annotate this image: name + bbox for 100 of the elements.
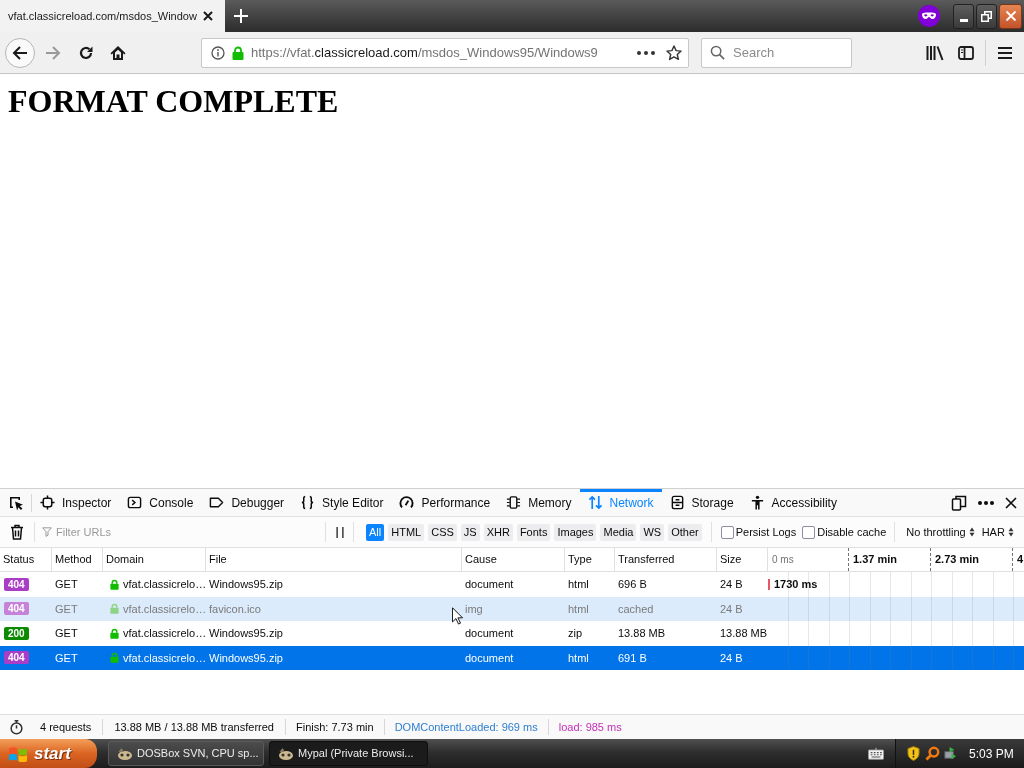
column-header[interactable]: Method [52, 548, 103, 571]
gauge-icon [399, 495, 415, 510]
more-icon[interactable] [637, 50, 655, 55]
chip-icon [506, 495, 522, 510]
flag-icon [8, 744, 28, 763]
browser-tab[interactable]: vfat.classicreload.com/msdos_Window [0, 0, 225, 32]
type-filter-button[interactable]: Fonts [516, 523, 551, 541]
reload-icon[interactable] [78, 44, 94, 61]
table-cell-text: 24 B [720, 601, 743, 617]
taskbar-button[interactable]: DOSBox SVN, CPU sp... [108, 741, 264, 766]
taskbar-button[interactable]: Mypal (Private Browsi... [269, 741, 428, 766]
up-down-caret-icon [968, 527, 975, 537]
type-filter-button[interactable]: WS [640, 523, 665, 541]
type-filter-button[interactable]: Media [600, 523, 637, 541]
table-row[interactable]: 404 GET vfat.classicrelo… Windows95.zip document html 691 B 24 B [0, 645, 1024, 670]
devtools-tab[interactable]: Memory [498, 489, 580, 516]
lock-icon[interactable] [232, 45, 244, 60]
close-icon[interactable] [202, 10, 214, 22]
restore-button[interactable] [976, 3, 997, 29]
inspector-icon [40, 495, 55, 510]
type-filter-button[interactable]: All [366, 523, 385, 541]
close-icon [1004, 10, 1017, 22]
column-header[interactable]: Type [565, 548, 615, 571]
more-icon[interactable] [978, 500, 994, 505]
column-header[interactable]: Cause [462, 548, 565, 571]
console-icon [127, 495, 143, 510]
shield-icon[interactable] [907, 746, 920, 761]
devtools-tab[interactable]: Storage [661, 489, 742, 516]
address-bar[interactable]: https://vfat.classicreload.com/msdos_Windows95/Windows9 [201, 37, 689, 68]
type-filter-button[interactable]: Other [668, 523, 702, 541]
sidebar-icon[interactable] [958, 44, 974, 61]
stopwatch-icon[interactable] [9, 719, 24, 735]
dropdown-button[interactable]: HAR [981, 523, 1014, 541]
status-badge: 404 [4, 577, 29, 591]
timeline-tick: 4 [1017, 552, 1024, 568]
magnifier-icon[interactable] [925, 746, 940, 761]
devtools-tab[interactable]: Console [119, 489, 202, 516]
person-icon [749, 495, 765, 510]
keyboard-icon[interactable] [868, 747, 884, 760]
checkbox[interactable] [802, 525, 816, 539]
table-cell-text: img [465, 601, 483, 617]
devtools-tab[interactable]: Accessibility [741, 489, 845, 516]
menu-icon[interactable] [998, 46, 1012, 59]
back-button[interactable] [5, 37, 35, 68]
search-icon [710, 45, 725, 60]
trash-icon[interactable] [10, 524, 24, 540]
braces-icon [300, 495, 316, 510]
devtools-tab[interactable]: Debugger [201, 489, 293, 516]
home-icon[interactable] [110, 44, 126, 61]
network-icon[interactable] [943, 746, 958, 761]
status-badge: 200 [4, 626, 29, 640]
dom-content-loaded-time: DOMContentLoaded: 969 ms [384, 718, 549, 736]
column-header[interactable]: Status [0, 548, 52, 571]
status-badge: 404 [4, 602, 29, 616]
element-picker-icon[interactable] [8, 494, 24, 511]
devtools-tab[interactable]: Performance [391, 489, 499, 516]
checkbox[interactable] [720, 525, 734, 539]
responsive-view-icon[interactable] [951, 494, 967, 511]
close-icon[interactable] [1005, 496, 1017, 509]
table-row[interactable]: 404 GET vfat.classicrelo… favicon.ico img html cached 24 B [0, 596, 1024, 621]
devtools-tab[interactable]: Style Editor [292, 489, 392, 516]
app-icon [117, 746, 133, 761]
column-header[interactable]: Domain [103, 548, 206, 571]
table-cell-text: favicon.ico [209, 601, 261, 617]
up-down-arrows-icon [587, 495, 603, 510]
page-heading: FORMAT COMPLETE [8, 83, 339, 119]
type-filter-button[interactable]: XHR [483, 523, 513, 541]
up-down-caret-icon [1007, 527, 1014, 537]
mask-icon [918, 5, 940, 27]
star-icon[interactable] [666, 44, 682, 61]
table-cell-text: cached [618, 601, 654, 617]
minimize-icon [959, 18, 968, 22]
column-header[interactable]: Transferred [615, 548, 717, 571]
lock-icon [110, 578, 119, 590]
table-cell-text: GET [55, 626, 78, 641]
plus-icon[interactable] [234, 9, 248, 23]
minimize-button[interactable] [953, 3, 974, 29]
library-icon[interactable] [926, 44, 944, 61]
pause-icon[interactable] [335, 526, 345, 538]
type-filter-button[interactable]: HTML [388, 523, 425, 541]
lock-icon [110, 603, 119, 615]
search-field[interactable]: Search [701, 37, 852, 68]
column-header[interactable]: File [206, 548, 462, 571]
lock-icon [110, 627, 119, 639]
table-cell-text: document [465, 577, 514, 592]
dropdown-button[interactable]: No throttling [906, 523, 975, 541]
type-filter-button[interactable]: Images [554, 523, 597, 541]
timeline-tick: 0 ms [772, 553, 794, 567]
table-cell-text: 24 B [720, 650, 743, 666]
info-icon[interactable] [211, 45, 225, 60]
devtools-tab[interactable]: Inspector [32, 489, 120, 516]
table-cell-text: document [465, 650, 514, 666]
app-icon [278, 746, 294, 761]
checkbox-label: Persist Logs [735, 524, 797, 540]
start-button[interactable]: start [0, 739, 97, 768]
type-filter-button[interactable]: CSS [428, 523, 457, 541]
type-filter-button[interactable]: JS [460, 523, 480, 541]
close-button[interactable] [999, 3, 1022, 29]
table-cell-text: html [568, 601, 589, 617]
column-header[interactable]: Size [717, 548, 768, 571]
